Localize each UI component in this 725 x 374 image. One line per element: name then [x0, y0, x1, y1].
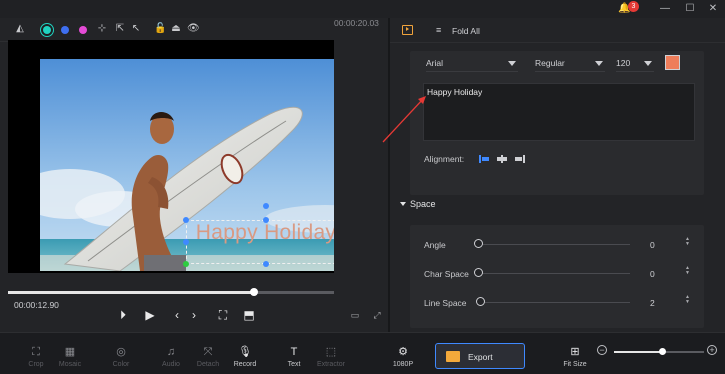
- alignment-label: Alignment:: [424, 154, 465, 164]
- select-all-icon[interactable]: ⊹: [96, 23, 108, 35]
- playback-progress[interactable]: [8, 291, 380, 294]
- text-color-swatch[interactable]: [665, 55, 680, 70]
- settings-icon: ⚙: [398, 346, 408, 358]
- zoom-slider-fill: [614, 351, 662, 353]
- detach-button[interactable]: ⤧ Detach: [188, 345, 228, 368]
- line-space-slider-knob[interactable]: [476, 297, 485, 306]
- eye-icon[interactable]: 👁: [187, 23, 200, 35]
- align-center-icon[interactable]: [497, 155, 507, 163]
- fold-all-button[interactable]: Fold All: [452, 26, 480, 36]
- resize-handle-bl[interactable]: [183, 261, 189, 267]
- style-select[interactable]: Regular: [535, 55, 605, 72]
- color-dot-blue[interactable]: [61, 26, 69, 34]
- panel-toggle-icon[interactable]: [402, 25, 413, 35]
- step-forward-icon[interactable]: ›: [187, 308, 201, 322]
- font-select[interactable]: Arial: [426, 55, 518, 72]
- resize-handle-b[interactable]: [263, 261, 269, 267]
- space-section-title[interactable]: Space: [410, 199, 436, 209]
- caption-text: Happy Holiday: [195, 221, 337, 244]
- text-icon: T: [290, 346, 298, 358]
- playhead[interactable]: [249, 288, 258, 296]
- caption-text-input[interactable]: Happy Holiday: [423, 83, 695, 141]
- text-overlay-box[interactable]: Happy Holiday: [186, 220, 346, 264]
- close-icon[interactable]: ✕: [707, 3, 719, 15]
- style-select-value: Regular: [535, 58, 565, 68]
- extractor-button[interactable]: ⬚ Extractor: [311, 345, 351, 368]
- chevron-down-icon: [644, 61, 652, 66]
- collapse-icon[interactable]: [400, 202, 406, 206]
- select-icon[interactable]: ⇱: [114, 23, 126, 35]
- line-space-stepper[interactable]: ▲ ▼: [684, 295, 691, 305]
- detach-icon: ⤧: [203, 346, 213, 358]
- chevron-down-icon: [595, 61, 603, 66]
- char-space-value[interactable]: 0: [650, 269, 655, 279]
- zoom-out-icon[interactable]: −: [597, 345, 607, 355]
- play-from-start-icon[interactable]: ⏵: [116, 308, 130, 322]
- angle-value[interactable]: 0: [650, 240, 655, 250]
- preview-toolbar: ◭ ⊹ ⇱ ↖ 🔓 ⏏ 👁 📷 🔊: [0, 18, 388, 42]
- palette-icon: ◎: [116, 346, 126, 358]
- line-space-label: Line Space: [424, 298, 467, 308]
- resolution-button[interactable]: ⚙ 1080P: [383, 345, 423, 368]
- title-bar: 🔔 3 — ☐ ✕: [0, 0, 725, 18]
- layout-icon[interactable]: ▭: [348, 308, 362, 322]
- text-button[interactable]: T Text: [274, 345, 314, 368]
- char-space-slider-knob[interactable]: [474, 268, 483, 277]
- current-time: 00:00:12.90: [14, 300, 59, 310]
- mosaic-icon: ▦: [64, 346, 76, 358]
- play-icon[interactable]: ▶: [143, 308, 157, 322]
- angle-slider-knob[interactable]: [474, 239, 483, 248]
- audio-icon: ♫: [166, 346, 176, 358]
- char-space-stepper[interactable]: ▲ ▼: [684, 266, 691, 276]
- fit-size-icon: ⊞: [570, 346, 580, 358]
- line-space-slider[interactable]: [480, 302, 630, 303]
- pointer-icon[interactable]: ↖: [130, 23, 142, 35]
- minimize-icon[interactable]: —: [659, 3, 671, 15]
- step-back-icon[interactable]: ‹: [170, 308, 184, 322]
- export-button[interactable]: Export: [435, 343, 525, 369]
- mirror-icon[interactable]: ◭: [14, 23, 26, 35]
- align-left-icon[interactable]: [479, 155, 489, 163]
- zoom-in-icon[interactable]: +: [707, 345, 717, 355]
- size-select[interactable]: 120: [616, 55, 654, 72]
- align-right-icon[interactable]: [515, 155, 525, 163]
- font-select-value: Arial: [426, 58, 444, 68]
- size-select-value: 120: [616, 58, 631, 68]
- chevron-down-icon: [508, 61, 516, 66]
- resize-handle-t[interactable]: [263, 217, 269, 223]
- resize-handle-l[interactable]: [183, 239, 189, 245]
- angle-label: Angle: [424, 240, 446, 250]
- extractor-icon: ⬚: [325, 346, 337, 358]
- export-icon: [446, 351, 460, 362]
- char-space-slider[interactable]: [480, 273, 630, 274]
- audio-button[interactable]: ♫ Audio: [151, 345, 191, 368]
- angle-slider[interactable]: [480, 244, 630, 245]
- resize-handle-tl[interactable]: [183, 217, 189, 223]
- fullscreen-icon[interactable]: ⤢: [370, 308, 384, 322]
- maximize-icon[interactable]: ☐: [684, 3, 696, 15]
- mosaic-button[interactable]: ▦ Mosaic: [50, 345, 90, 368]
- zoom-slider-knob[interactable]: [658, 348, 666, 355]
- char-space-label: Char Space: [424, 269, 469, 279]
- fit-size-button[interactable]: ⊞ Fit Size: [555, 345, 595, 368]
- microphone-icon: 🎙: [238, 346, 252, 358]
- color-dot-pink[interactable]: [79, 26, 87, 34]
- line-space-value[interactable]: 2: [650, 298, 655, 308]
- properties-panel: ≡ Fold All Arial Regular 120 Happy Holid…: [390, 18, 725, 332]
- angle-stepper[interactable]: ▲ ▼: [684, 237, 691, 247]
- record-button[interactable]: 🎙 Record: [225, 345, 265, 368]
- lock-icon[interactable]: 🔓: [154, 23, 166, 35]
- add-marker-icon[interactable]: ⬒: [242, 308, 256, 322]
- snapshot-icon[interactable]: ⛶: [216, 308, 230, 322]
- layer-icon[interactable]: ⏏: [170, 23, 182, 35]
- properties-header: ≡ Fold All: [390, 18, 725, 43]
- fold-all-icon[interactable]: ≡: [436, 26, 446, 35]
- playback-progress-fill: [8, 291, 254, 294]
- notification-badge: 3: [628, 1, 639, 12]
- rotate-handle[interactable]: [263, 203, 269, 209]
- color-dot-teal[interactable]: [43, 26, 51, 34]
- bottom-toolbar: ⛶ Crop ▦ Mosaic ◎ Color ♫ Audio ⤧ Detach…: [0, 332, 725, 374]
- color-button[interactable]: ◎ Color: [101, 345, 141, 368]
